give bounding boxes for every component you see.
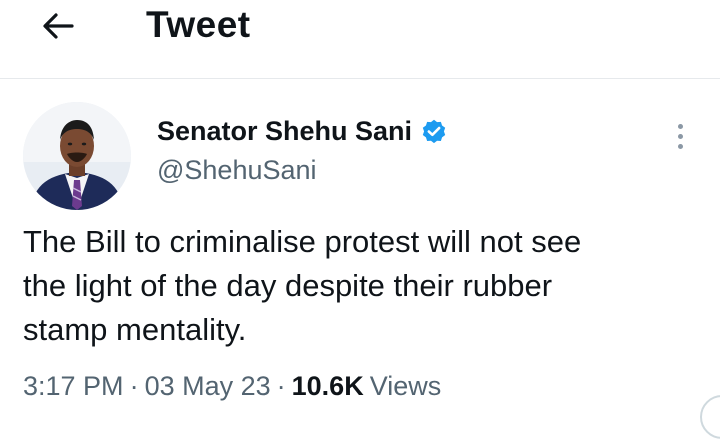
- more-icon-dot: [677, 133, 683, 139]
- floating-action-button[interactable]: [700, 395, 720, 439]
- more-vertical-icon: [677, 123, 683, 129]
- verified-badge-icon: [420, 118, 448, 146]
- more-options-button[interactable]: [664, 118, 696, 154]
- avatar-image: [23, 102, 131, 210]
- page-title: Tweet: [146, 4, 251, 45]
- tweet-text: The Bill to criminalise protest will not…: [23, 224, 582, 347]
- top-app-bar: Tweet: [0, 0, 720, 79]
- author-display-name: Senator Shehu Sani: [157, 116, 413, 146]
- tweet-time[interactable]: 3:17 PM: [23, 371, 124, 402]
- views-count[interactable]: 10.6K: [292, 371, 364, 402]
- tweet-metadata: 3:17 PM · 03 May 23 · 10.6K Views: [23, 371, 441, 402]
- more-icon-dot: [677, 143, 683, 149]
- tweet-date[interactable]: 03 May 23: [145, 371, 271, 402]
- arrow-left-icon: [43, 13, 74, 39]
- author-avatar[interactable]: [23, 102, 131, 210]
- back-button[interactable]: [38, 6, 78, 46]
- separator-dot: ·: [129, 371, 139, 401]
- views-label: Views: [369, 371, 442, 401]
- separator-dot: ·: [276, 371, 286, 401]
- author-handle[interactable]: @ShehuSani: [157, 155, 317, 186]
- author-name-row[interactable]: Senator Shehu Sani: [157, 116, 448, 147]
